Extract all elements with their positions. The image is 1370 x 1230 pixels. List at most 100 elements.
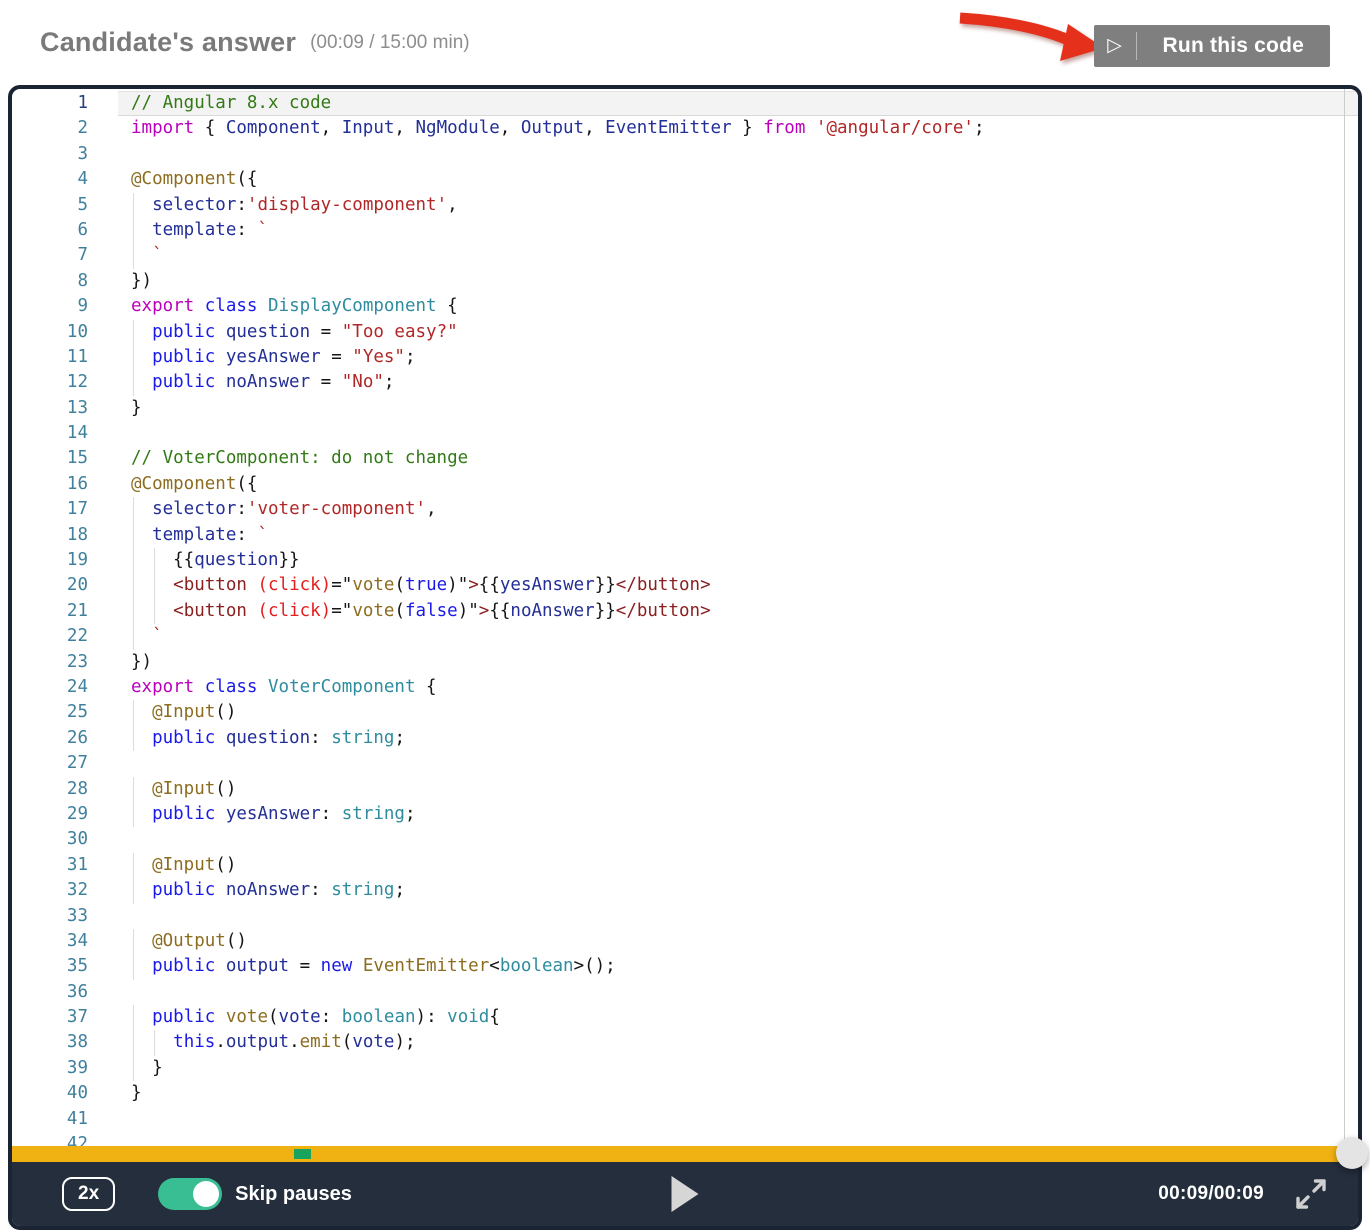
screenshot-root: Candidate's answer (00:09 / 15:00 min) ▷… (0, 0, 1370, 1230)
line-number: 2 (12, 116, 88, 141)
line-number: 32 (12, 878, 88, 903)
code-line[interactable]: 2import { Component, Input, NgModule, Ou… (12, 116, 1358, 141)
skip-pauses-toggle[interactable] (158, 1178, 222, 1210)
code-line[interactable]: 22 ` (12, 624, 1358, 649)
line-number: 14 (12, 421, 88, 446)
code-line-content: this.output.emit(vote); (118, 1030, 1358, 1055)
code-line[interactable]: 10 public question = "Too easy?" (12, 320, 1358, 345)
code-line[interactable]: 32 public noAnswer: string; (12, 878, 1358, 903)
line-number: 36 (12, 980, 88, 1005)
playback-speed-button[interactable]: 2x (62, 1177, 115, 1211)
red-arrow-annotation (956, 6, 1108, 68)
code-line-content: // Angular 8.x code (118, 91, 1358, 116)
playback-right-group: 00:09/00:09 (1158, 1177, 1328, 1211)
code-line[interactable]: 8}) (12, 269, 1358, 294)
playback-bar: 2x Skip pauses 00:09/00:09 (12, 1146, 1358, 1226)
line-number: 6 (12, 218, 88, 243)
line-number: 40 (12, 1081, 88, 1106)
code-line[interactable]: 25 @Input() (12, 700, 1358, 725)
line-number: 37 (12, 1005, 88, 1030)
code-line[interactable]: 13} (12, 396, 1358, 421)
code-line[interactable]: 1// Angular 8.x code (12, 91, 1358, 116)
fullscreen-expand-icon[interactable] (1294, 1177, 1328, 1211)
line-number: 12 (12, 370, 88, 395)
code-line[interactable]: 3 (12, 142, 1358, 167)
code-line[interactable]: 23}) (12, 650, 1358, 675)
code-line[interactable]: 20 <button (click)="vote(true)">{{yesAns… (12, 573, 1358, 598)
code-line[interactable]: 30 (12, 827, 1358, 852)
code-line[interactable]: 42 (12, 1132, 1358, 1146)
code-lines: 1// Angular 8.x code2import { Component,… (12, 89, 1358, 1146)
line-number: 15 (12, 446, 88, 471)
line-number: 19 (12, 548, 88, 573)
code-line-content: <button (click)="vote(true)">{{yesAnswer… (118, 573, 1358, 598)
code-line-content: public noAnswer = "No"; (118, 370, 1358, 395)
code-line[interactable]: 40} (12, 1081, 1358, 1106)
code-line[interactable]: 18 template: ` (12, 523, 1358, 548)
code-line-content: selector:'voter-component', (118, 497, 1358, 522)
code-line[interactable]: 5 selector:'display-component', (12, 193, 1358, 218)
code-line[interactable]: 21 <button (click)="vote(false)">{{noAns… (12, 599, 1358, 624)
line-number: 16 (12, 472, 88, 497)
code-editor[interactable]: 1// Angular 8.x code2import { Component,… (12, 89, 1358, 1146)
code-line[interactable]: 11 public yesAnswer = "Yes"; (12, 345, 1358, 370)
code-line-content: // VoterComponent: do not change (118, 446, 1358, 471)
scrollbar-thumb[interactable] (1336, 1137, 1368, 1169)
code-line-content (118, 904, 1358, 929)
line-number: 41 (12, 1107, 88, 1132)
play-icon[interactable] (672, 1176, 699, 1212)
run-code-label: Run this code (1137, 34, 1330, 58)
line-number: 10 (12, 320, 88, 345)
line-number: 22 (12, 624, 88, 649)
line-number: 21 (12, 599, 88, 624)
code-line[interactable]: 9export class DisplayComponent { (12, 294, 1358, 319)
code-line-content (118, 827, 1358, 852)
line-number: 24 (12, 675, 88, 700)
code-line[interactable]: 26 public question: string; (12, 726, 1358, 751)
code-line[interactable]: 29 public yesAnswer: string; (12, 802, 1358, 827)
code-line[interactable]: 16@Component({ (12, 472, 1358, 497)
code-line-content: {{question}} (118, 548, 1358, 573)
code-line-content: }) (118, 269, 1358, 294)
line-number: 18 (12, 523, 88, 548)
code-line[interactable]: 38 this.output.emit(vote); (12, 1030, 1358, 1055)
code-line-content: public question: string; (118, 726, 1358, 751)
code-line[interactable]: 7 ` (12, 243, 1358, 268)
code-line[interactable]: 24export class VoterComponent { (12, 675, 1358, 700)
code-line-content: public yesAnswer = "Yes"; (118, 345, 1358, 370)
code-line[interactable]: 39 } (12, 1056, 1358, 1081)
line-number: 3 (12, 142, 88, 167)
line-number: 9 (12, 294, 88, 319)
code-line[interactable]: 33 (12, 904, 1358, 929)
scrollbar-track[interactable] (1344, 89, 1345, 1146)
progress-marker[interactable] (294, 1149, 311, 1159)
code-line[interactable]: 35 public output = new EventEmitter<bool… (12, 954, 1358, 979)
code-line[interactable]: 12 public noAnswer = "No"; (12, 370, 1358, 395)
line-number: 26 (12, 726, 88, 751)
code-line-content: } (118, 1081, 1358, 1106)
line-number: 34 (12, 929, 88, 954)
code-line[interactable]: 31 @Input() (12, 853, 1358, 878)
code-line-content: public output = new EventEmitter<boolean… (118, 954, 1358, 979)
code-line[interactable]: 15 // VoterComponent: do not change (12, 446, 1358, 471)
code-line[interactable]: 28 @Input() (12, 777, 1358, 802)
code-line-content (118, 1107, 1358, 1132)
line-number: 4 (12, 167, 88, 192)
code-line[interactable]: 34 @Output() (12, 929, 1358, 954)
code-line[interactable]: 27 (12, 751, 1358, 776)
code-line[interactable]: 6 template: ` (12, 218, 1358, 243)
code-line-content: ` (118, 624, 1358, 649)
code-line[interactable]: 14 (12, 421, 1358, 446)
code-line[interactable]: 36 (12, 980, 1358, 1005)
code-line-content (118, 142, 1358, 167)
code-line-content: selector:'display-component', (118, 193, 1358, 218)
code-line[interactable]: 17 selector:'voter-component', (12, 497, 1358, 522)
code-line[interactable]: 4@Component({ (12, 167, 1358, 192)
line-number: 38 (12, 1030, 88, 1055)
code-line[interactable]: 37 public vote(vote: boolean): void{ (12, 1005, 1358, 1030)
code-line[interactable]: 19 {{question}} (12, 548, 1358, 573)
run-code-button[interactable]: ▷ Run this code (1094, 25, 1330, 67)
progress-bar[interactable] (12, 1146, 1358, 1162)
code-line-content: public vote(vote: boolean): void{ (118, 1005, 1358, 1030)
code-line[interactable]: 41 (12, 1107, 1358, 1132)
